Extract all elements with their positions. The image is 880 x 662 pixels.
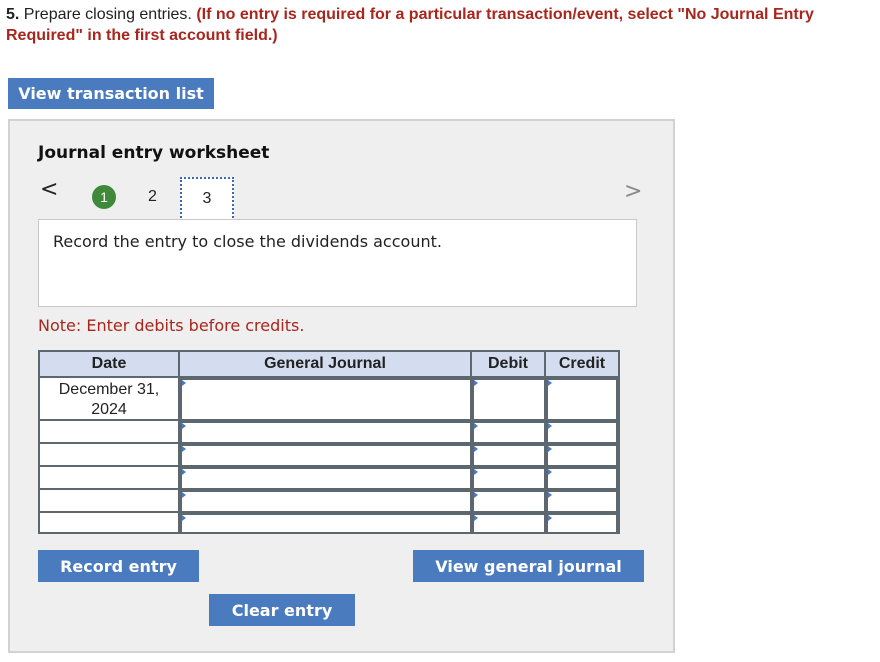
step-3-tab[interactable]: 3 bbox=[180, 177, 234, 221]
account-input-row-2[interactable] bbox=[180, 421, 472, 444]
journal-table: Date General Journal Debit Credit Decemb… bbox=[38, 350, 620, 534]
date-cell-row-5 bbox=[40, 490, 180, 513]
debit-credit-note: Note: Enter debits before credits. bbox=[38, 316, 305, 335]
credit-input-row-6[interactable] bbox=[546, 513, 618, 532]
question-number: 5. bbox=[6, 6, 20, 23]
credit-input-row-2[interactable] bbox=[546, 421, 618, 444]
worksheet-title: Journal entry worksheet bbox=[38, 143, 270, 163]
credit-input-row-5[interactable] bbox=[546, 490, 618, 513]
account-input-row-5[interactable] bbox=[180, 490, 472, 513]
date-cell-row-1: December 31, 2024 bbox=[40, 378, 180, 421]
date-cell-row-2 bbox=[40, 421, 180, 444]
date-cell-row-6 bbox=[40, 513, 180, 532]
account-input-row-3[interactable] bbox=[180, 444, 472, 467]
header-general-journal: General Journal bbox=[180, 352, 472, 378]
credit-input-row-3[interactable] bbox=[546, 444, 618, 467]
header-debit: Debit bbox=[472, 352, 546, 378]
account-input-row-4[interactable] bbox=[180, 467, 472, 490]
credit-input-row-4[interactable] bbox=[546, 467, 618, 490]
debit-input-row-5[interactable] bbox=[472, 490, 546, 513]
debit-input-row-6[interactable] bbox=[472, 513, 546, 532]
debit-input-row-1[interactable] bbox=[472, 378, 546, 421]
debit-input-row-3[interactable] bbox=[472, 444, 546, 467]
entry-prompt: Record the entry to close the dividends … bbox=[38, 219, 637, 307]
account-input-row-1[interactable] bbox=[180, 378, 472, 421]
debit-input-row-2[interactable] bbox=[472, 421, 546, 444]
view-transaction-list-button[interactable]: View transaction list bbox=[8, 78, 214, 109]
step-2-tab[interactable]: 2 bbox=[148, 188, 157, 206]
date-cell-row-4 bbox=[40, 467, 180, 490]
instructions: 5. Prepare closing entries. (If no entry… bbox=[6, 4, 878, 46]
view-general-journal-button[interactable]: View general journal bbox=[413, 550, 644, 582]
next-step-icon[interactable]: > bbox=[624, 181, 642, 203]
clear-entry-button[interactable]: Clear entry bbox=[209, 594, 355, 626]
account-input-row-6[interactable] bbox=[180, 513, 472, 532]
credit-input-row-1[interactable] bbox=[546, 378, 618, 421]
record-entry-button[interactable]: Record entry bbox=[38, 550, 199, 582]
header-credit: Credit bbox=[546, 352, 618, 378]
date-line-1: December 31, bbox=[58, 381, 160, 398]
step-1-complete-badge[interactable]: 1 bbox=[92, 185, 116, 209]
header-date: Date bbox=[40, 352, 180, 378]
question-text: Prepare closing entries. bbox=[19, 6, 197, 23]
date-cell-row-3 bbox=[40, 444, 180, 467]
debit-input-row-4[interactable] bbox=[472, 467, 546, 490]
journal-entry-worksheet: Journal entry worksheet < 1 2 3 > Record… bbox=[8, 119, 675, 653]
date-line-2: 2024 bbox=[91, 401, 127, 418]
prev-step-icon[interactable]: < bbox=[40, 179, 58, 201]
